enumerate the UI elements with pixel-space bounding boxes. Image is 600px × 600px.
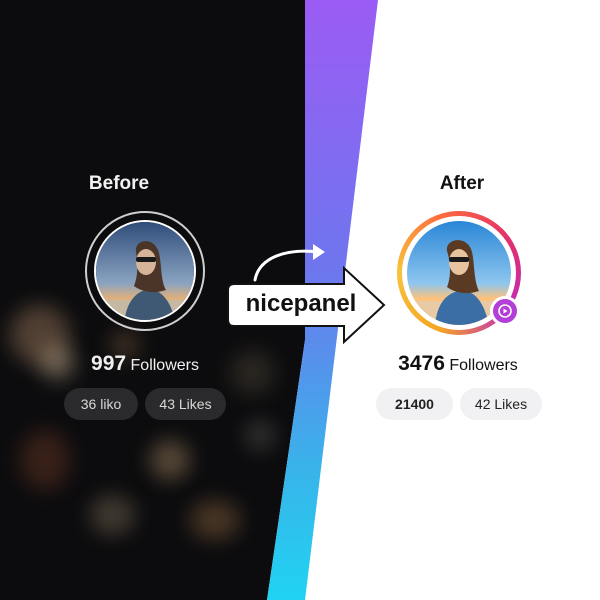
after-stat-pill: 21400 (376, 388, 453, 420)
after-followers: 3476 Followers (358, 352, 558, 376)
bokeh-light (245, 420, 275, 450)
stage: Before 997 Followers 36 liko 43 Likes Af… (0, 0, 600, 600)
before-likes-pill: 43 Likes (145, 388, 226, 420)
portrait-photo (96, 222, 194, 320)
before-avatar[interactable] (94, 220, 196, 322)
bokeh-light (150, 440, 190, 480)
story-badge[interactable] (490, 296, 520, 326)
after-likes-pill: 42 Likes (460, 388, 542, 420)
after-followers-count: 3476 (398, 352, 445, 375)
before-followers: 997 Followers (45, 352, 245, 376)
before-followers-count: 997 (91, 352, 127, 375)
after-followers-label: Followers (449, 357, 518, 374)
play-icon (498, 304, 512, 318)
before-stat-pill: 36 liko (64, 388, 138, 420)
bokeh-light (90, 495, 135, 535)
bokeh-light (20, 430, 70, 490)
brand-logo-text: nicepanel (245, 290, 357, 317)
before-followers-label: Followers (130, 357, 199, 374)
before-title: Before (88, 173, 150, 194)
bokeh-light (190, 500, 240, 540)
after-title: After (439, 173, 485, 194)
